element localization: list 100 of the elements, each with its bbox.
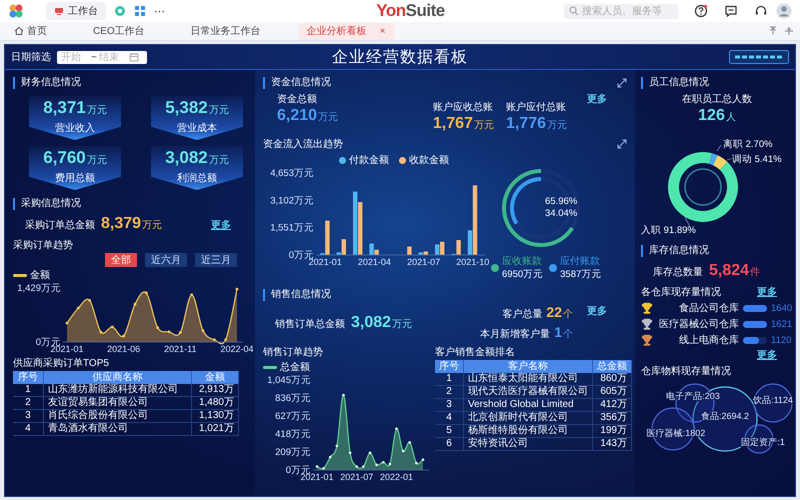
- pin-icon[interactable]: [784, 26, 794, 36]
- monitor-icon: [54, 6, 64, 16]
- x-tick-label: 2021-01: [300, 472, 334, 482]
- more-link[interactable]: 更多: [211, 218, 231, 232]
- total-value: 8,379万元: [101, 214, 162, 234]
- bar: [407, 246, 412, 255]
- table-cell: 1,480万: [192, 396, 238, 410]
- data-point: [375, 464, 378, 466]
- y-tick-label: 836万元: [275, 393, 311, 404]
- brand-badge: [729, 50, 789, 64]
- table-cell: 4: [13, 422, 44, 436]
- warehouse-name: 食品公司仓库: [678, 302, 739, 315]
- total-value: 5,824件: [709, 261, 760, 281]
- legend-amount: 6950万元: [502, 268, 544, 281]
- workbench-tab[interactable]: 工作台: [46, 2, 106, 20]
- data-point: [144, 291, 148, 294]
- table-cell: 友谊贸易集团有限公司: [43, 396, 192, 410]
- table-cell: 山东恒泰太阳能有限公司: [464, 373, 592, 386]
- total-label: 库存总数量: [653, 266, 703, 279]
- data-point: [408, 441, 412, 444]
- y-tick-label: 1,429万元: [17, 283, 61, 294]
- data-point: [336, 444, 338, 448]
- range-tab[interactable]: 近六月: [145, 253, 187, 267]
- metric-label: 客户总量: [502, 308, 542, 321]
- circle-app-icon[interactable]: [114, 5, 126, 17]
- y-tick-label: 627万元: [275, 411, 311, 422]
- dashboard-title: 企业经营数据看板: [332, 48, 468, 68]
- chart-title: 销售订单趋势: [263, 346, 324, 359]
- table-cell: 199万: [592, 424, 632, 438]
- expand-icon[interactable]: [617, 138, 627, 148]
- kpi-value: 8,371万元: [43, 98, 107, 119]
- kpi-label: 利润总额: [177, 172, 217, 185]
- table-cell: 1,130万: [192, 410, 238, 422]
- list-title: 各仓库现存量情况: [641, 286, 721, 299]
- x-tick-label: 2021-01: [50, 344, 84, 354]
- table-cell: 安特资讯公司: [464, 438, 592, 450]
- y-tick-label: 418万元: [275, 429, 311, 440]
- search-field[interactable]: 搜索人员、服务等: [564, 4, 678, 18]
- date-range-field[interactable]: 开始 ~ 结束: [57, 50, 147, 64]
- x-tick-label: 2021-11: [164, 344, 197, 354]
- section-title: 员工信息情况: [641, 77, 793, 89]
- more-link[interactable]: 更多: [757, 348, 777, 362]
- kpi-value: 3,082万元: [165, 148, 229, 169]
- grid-icon[interactable]: [134, 5, 146, 17]
- slice-label: 离职 2.70%: [723, 139, 773, 150]
- slice-label: 调动 5.41%: [732, 154, 782, 165]
- brand-logo: YonSuite: [376, 1, 445, 21]
- data-point: [190, 293, 194, 296]
- table-cell: 肖氏综合股份有限公司: [43, 410, 192, 422]
- percent-label: 34.04%: [545, 208, 578, 219]
- data-point: [66, 322, 68, 324]
- y-tick-label: 1,551万元: [270, 222, 314, 234]
- data-point: [415, 462, 418, 464]
- help-icon[interactable]: [694, 4, 708, 18]
- page-tab[interactable]: 日常业务工作台: [182, 22, 269, 40]
- expand-icon[interactable]: [617, 78, 627, 88]
- upload-icon[interactable]: [768, 26, 778, 36]
- range-tab[interactable]: 近三月: [195, 253, 237, 267]
- chat-icon[interactable]: [724, 4, 738, 18]
- x-tick-label: 2022-04: [220, 344, 254, 354]
- legend-amount: 3587万元: [560, 268, 602, 281]
- table-cell: 山东潍坊新能源科技有限公司: [43, 384, 192, 396]
- column-header: 供应商名称: [43, 371, 192, 384]
- table-cell: 杨斯维特股份有限公司: [464, 424, 592, 438]
- metric-label: 账户应付总账: [506, 100, 567, 114]
- more-link[interactable]: 更多: [587, 304, 607, 318]
- column-header: 序号: [13, 371, 44, 384]
- more-button[interactable]: ⋯: [154, 4, 165, 18]
- table-cell: 3: [13, 410, 44, 422]
- app-logo-icon[interactable]: [8, 3, 24, 19]
- stock-value: 1621: [771, 318, 793, 330]
- page-tab[interactable]: 首页: [6, 22, 55, 40]
- data-point: [395, 427, 398, 430]
- x-tick-label: 2021-10: [456, 257, 490, 267]
- kpi-label: 营业收入: [55, 122, 95, 135]
- data-point: [316, 465, 318, 468]
- page-tab[interactable]: CEO工作台: [85, 22, 153, 40]
- kpi-label: 费用总额: [55, 172, 95, 185]
- data-point: [224, 338, 228, 342]
- section-title: 采购信息情况: [13, 198, 247, 210]
- data-point: [76, 306, 80, 310]
- x-tick-label: 2021-07: [407, 257, 440, 267]
- table-cell: 6: [435, 438, 464, 450]
- y-tick-label: 209万元: [275, 447, 311, 458]
- more-link[interactable]: 更多: [757, 284, 777, 298]
- data-point: [382, 460, 385, 464]
- avatar-icon[interactable]: [776, 3, 792, 19]
- data-point: [134, 302, 136, 306]
- column-header: 客户名称: [464, 360, 592, 373]
- data-point: [342, 394, 345, 396]
- x-tick-label: 2021-04: [358, 257, 391, 267]
- data-point: [328, 456, 332, 458]
- bubble-label: 食品:2694.2: [700, 411, 750, 421]
- metric-label: 资金总额: [277, 92, 318, 106]
- column-header: 金额: [192, 371, 238, 384]
- legend-item: 付款金额: [339, 153, 389, 167]
- data-point: [178, 331, 182, 334]
- page-tab[interactable]: 企业分析看板 ×: [298, 22, 394, 40]
- more-link[interactable]: 更多: [587, 92, 607, 106]
- range-tab[interactable]: 全部: [105, 253, 137, 267]
